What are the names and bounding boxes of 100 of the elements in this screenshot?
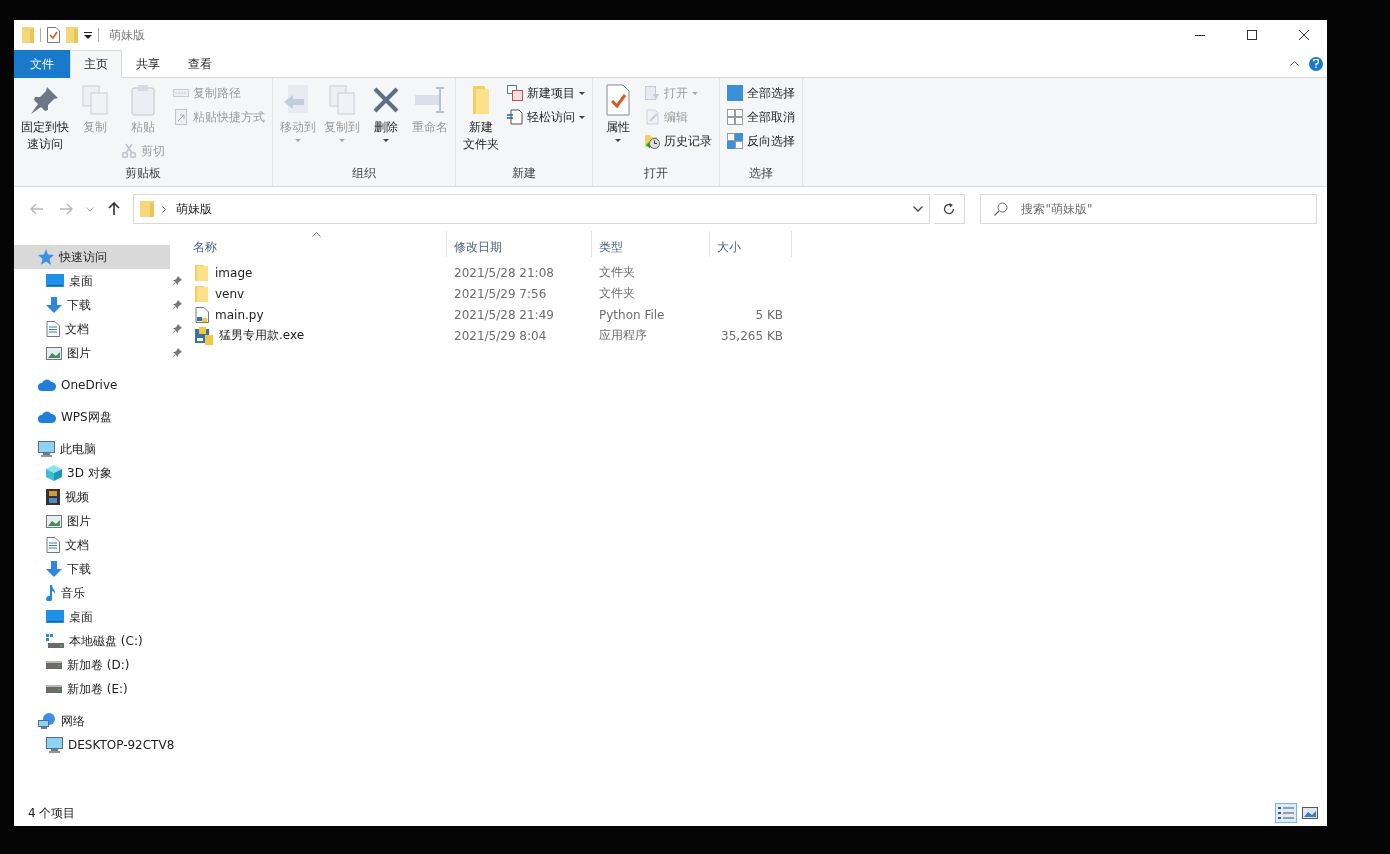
document-icon: [507, 109, 523, 125]
down-arrow-icon: [46, 561, 62, 577]
ribbon-command[interactable]: 删除: [365, 82, 407, 144]
file-name[interactable]: venv: [215, 286, 245, 301]
sidebar-item[interactable]: 音乐: [14, 581, 186, 605]
ribbon-tab[interactable]: 查看: [174, 50, 226, 78]
ribbon-tab[interactable]: 共享: [122, 50, 174, 78]
folder-icon: [195, 264, 209, 281]
file-name[interactable]: image: [215, 265, 253, 280]
column-header[interactable]: 名称: [186, 231, 447, 257]
sidebar-item[interactable]: 图片: [14, 341, 186, 365]
chevron-right-icon: [161, 205, 166, 213]
ribbon-command[interactable]: 固定到快 速访问: [18, 82, 72, 155]
folder-clock-icon: [644, 133, 660, 149]
ribbon-tab[interactable]: 主页: [70, 50, 122, 78]
column-header[interactable]: 类型: [592, 231, 710, 257]
monitor-icon: [38, 441, 55, 457]
close-icon: [1299, 30, 1309, 40]
file-type: 文件夹: [599, 286, 635, 300]
group-label: 剪贴板: [124, 165, 162, 182]
sidebar-item[interactable]: 此电脑: [14, 437, 186, 461]
pushpin-icon: [172, 324, 182, 334]
sidebar-item[interactable]: 网络: [14, 709, 186, 733]
film-icon: [46, 489, 60, 505]
application-icon: [195, 326, 213, 345]
column-header[interactable]: 修改日期: [447, 231, 592, 257]
window-title: 萌妹版: [109, 26, 145, 44]
folder-icon: [22, 27, 34, 43]
star-icon: [38, 249, 54, 265]
monitor-icon: [46, 610, 64, 624]
sidebar-item[interactable]: 文档: [14, 533, 186, 557]
ribbon-command[interactable]: 全部取消: [724, 106, 798, 128]
sidebar-item[interactable]: OneDrive: [14, 373, 186, 397]
minimize-icon: [1195, 34, 1205, 36]
pushpin-icon: [172, 348, 182, 358]
ribbon-command[interactable]: 新建项目: [504, 82, 588, 104]
forward-arrow-icon: [59, 203, 74, 215]
pushpin-icon: [29, 84, 61, 116]
sidebar-item[interactable]: 新加卷 (D:): [14, 653, 186, 677]
monitor-icon: [46, 274, 64, 288]
modified-date: 2021/5/29 8:04: [454, 328, 547, 343]
grid-icon: [727, 85, 743, 101]
python-file-icon: [195, 306, 209, 323]
cube-icon: [46, 465, 62, 481]
pages-icon: [326, 84, 358, 116]
breadcrumb[interactable]: 萌妹版: [173, 200, 214, 218]
sidebar-item[interactable]: 下载: [14, 293, 186, 317]
grid-icon: [727, 133, 743, 149]
search-field[interactable]: 搜索"萌妹版": [980, 194, 1317, 224]
checkmark-document-icon: [47, 27, 60, 43]
sidebar-item[interactable]: 图片: [14, 509, 186, 533]
modified-date: 2021/5/29 7:56: [454, 286, 547, 301]
drive-icon: [46, 661, 62, 669]
sidebar-item[interactable]: 文档: [14, 317, 186, 341]
column-header[interactable]: 大小: [710, 231, 792, 257]
sidebar-item[interactable]: WPS网盘: [14, 405, 186, 429]
picture-icon: [46, 514, 62, 528]
file-name[interactable]: main.py: [215, 307, 264, 322]
ribbon-command[interactable]: 新建 文件夹: [460, 82, 502, 155]
ribbon-command[interactable]: 属性: [597, 82, 639, 144]
folder-icon: [139, 201, 154, 217]
sidebar-item[interactable]: 本地磁盘 (C:): [14, 629, 186, 653]
picture-icon: [46, 346, 62, 360]
file-size: 5 KB: [755, 307, 783, 322]
modified-date: 2021/5/28 21:08: [454, 265, 554, 280]
sidebar-item[interactable]: 3D 对象: [14, 461, 186, 485]
sidebar-item[interactable]: 桌面: [14, 269, 186, 293]
file-name[interactable]: 猛男专用款.exe: [219, 327, 305, 344]
sidebar-item[interactable]: DESKTOP-92CTV8: [14, 733, 186, 757]
chevron-down-icon: [912, 206, 923, 212]
item-count: 4 个项目: [28, 804, 76, 822]
ribbon-command[interactable]: 反向选择: [724, 130, 798, 152]
text-cursor-icon: [414, 84, 446, 116]
ribbon-command[interactable]: 全部选择: [724, 82, 798, 104]
sidebar-item[interactable]: 新加卷 (E:): [14, 677, 186, 701]
drive-icon: [46, 634, 64, 648]
group-label: 组织: [351, 165, 377, 182]
file-type: 文件夹: [599, 265, 635, 279]
sidebar-item[interactable]: 下载: [14, 557, 186, 581]
up-arrow-icon: [107, 202, 120, 216]
back-arrow-icon: [29, 203, 44, 215]
address-bar[interactable]: 萌妹版: [132, 194, 930, 224]
refresh-button[interactable]: [933, 194, 966, 224]
sidebar-item[interactable]: 视频: [14, 485, 186, 509]
ribbon-tab[interactable]: 文件: [14, 50, 70, 78]
refresh-icon: [943, 203, 956, 215]
ribbon-command[interactable]: 轻松访问: [504, 106, 588, 128]
document-icon: [46, 537, 60, 553]
cloud-icon: [38, 411, 56, 423]
view-toggle[interactable]: [1275, 803, 1297, 823]
document-icon: [46, 321, 60, 337]
dropdown-icon: [84, 31, 92, 39]
maximize-icon: [1247, 30, 1257, 40]
music-note-icon: [46, 585, 56, 601]
help-icon[interactable]: [1309, 56, 1323, 71]
pushpin-icon: [172, 276, 182, 286]
ribbon-command[interactable]: 历史记录: [641, 130, 715, 152]
sidebar-item[interactable]: 桌面: [14, 605, 186, 629]
group-label: 新建: [511, 165, 537, 182]
sidebar-item[interactable]: 快速访问: [14, 245, 170, 269]
